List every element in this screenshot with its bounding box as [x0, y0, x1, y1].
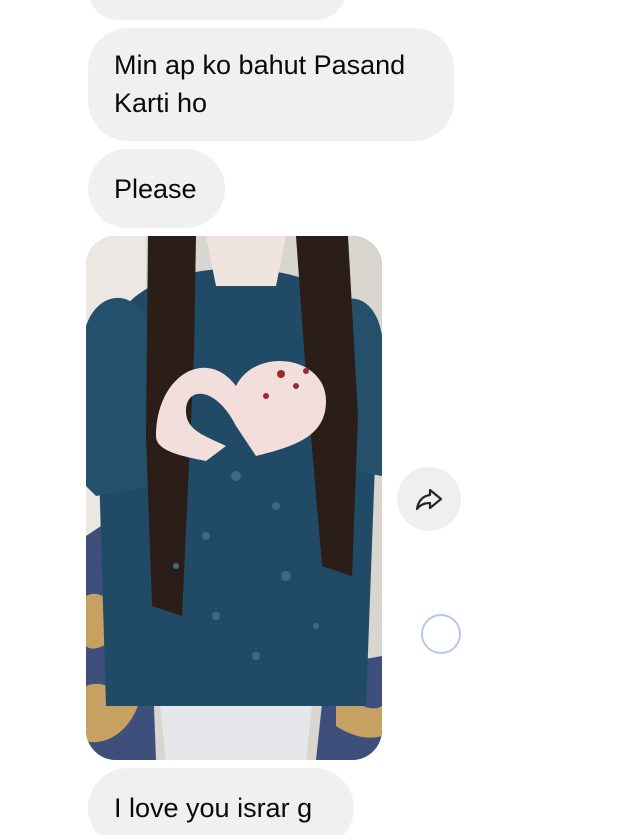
- heart-hands-photo: [86, 236, 382, 760]
- message-bubble[interactable]: Min ap ko bahut Pasand Karti ho: [88, 28, 454, 141]
- chat-screen: Min ap ko bahut Pasand Karti ho Please I…: [0, 0, 626, 835]
- message-text: Min ap ko bahut Pasand Karti ho: [114, 50, 406, 118]
- message-bubble[interactable]: Please: [88, 149, 225, 228]
- message-bubble[interactable]: I love you israr g: [88, 768, 354, 835]
- select-circle-icon[interactable]: [421, 614, 461, 654]
- message-bubble-partial[interactable]: [88, 0, 346, 20]
- share-button[interactable]: [397, 467, 461, 531]
- photo-message[interactable]: [86, 236, 382, 760]
- message-text: I love you israr g: [114, 793, 313, 823]
- message-text: Please: [114, 173, 197, 204]
- share-arrow-icon: [415, 488, 443, 511]
